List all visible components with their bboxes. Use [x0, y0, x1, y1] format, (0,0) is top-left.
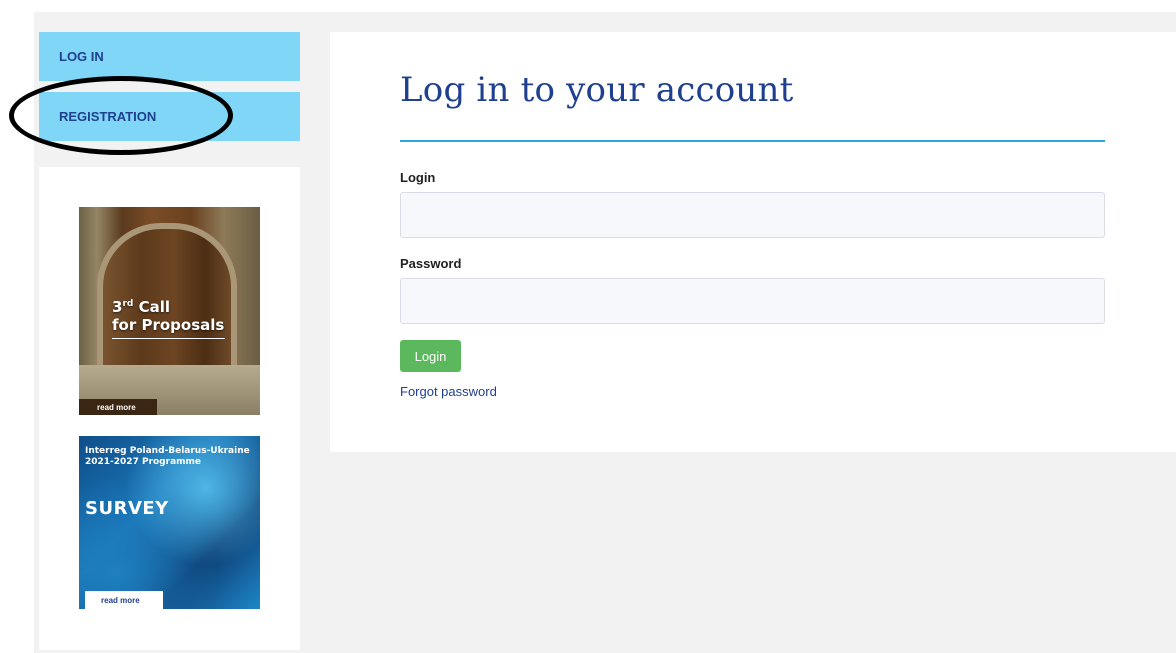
login-input[interactable]: [400, 192, 1105, 238]
call-line2: for Proposals: [112, 316, 225, 334]
survey-read-more-label: read more: [101, 595, 140, 605]
call-number: 3: [112, 298, 123, 316]
page-title: Log in to your account: [400, 70, 794, 110]
nav-login-button[interactable]: LOG IN: [39, 32, 300, 81]
nav-login-label: LOG IN: [59, 49, 104, 64]
call-for-proposals-banner[interactable]: 3rd Call for Proposals read more: [79, 207, 260, 415]
survey-program-line1: Interreg Poland-Belarus-Ukraine: [85, 446, 250, 456]
call-word: Call: [138, 298, 170, 316]
nav-registration-button[interactable]: REGISTRATION: [39, 92, 300, 141]
call-read-more-link[interactable]: read more: [79, 399, 157, 415]
call-underline: [112, 338, 225, 339]
login-card: Log in to your account Login Password Lo…: [330, 32, 1176, 452]
title-divider: [400, 140, 1105, 142]
survey-program-text: Interreg Poland-Belarus-Ukraine 2021-202…: [85, 446, 250, 468]
survey-program-line2: 2021-2027 Programme: [85, 457, 201, 467]
password-input[interactable]: [400, 278, 1105, 324]
survey-banner[interactable]: Interreg Poland-Belarus-Ukraine 2021-202…: [79, 436, 260, 609]
call-read-more-label: read more: [97, 402, 136, 412]
forgot-password-link[interactable]: Forgot password: [400, 384, 497, 399]
login-submit-button[interactable]: Login: [400, 340, 461, 372]
survey-read-more-link[interactable]: read more: [85, 591, 163, 609]
survey-title: SURVEY: [85, 498, 169, 519]
call-for-proposals-text: 3rd Call for Proposals: [112, 295, 224, 334]
nav-registration-label: REGISTRATION: [59, 109, 157, 124]
call-superscript: rd: [122, 299, 134, 309]
login-field-label: Login: [400, 170, 436, 185]
password-field-label: Password: [400, 256, 462, 271]
